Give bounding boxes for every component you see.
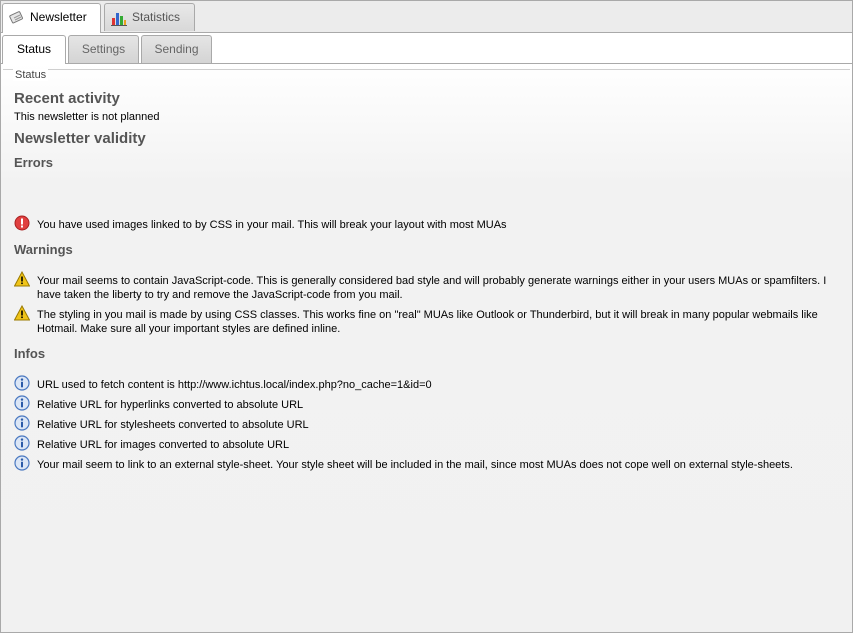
warning-message-text: The styling in you mail is made by using… xyxy=(37,309,818,335)
warning-icon xyxy=(14,271,30,287)
status-legend: Status xyxy=(13,69,49,81)
tab-newsletter-label: Newsletter xyxy=(30,10,87,24)
top-tab-bar: Newsletter Statistics xyxy=(1,1,852,33)
recent-activity-text: This newsletter is not planned xyxy=(14,111,160,123)
info-icon xyxy=(14,455,30,471)
info-icon xyxy=(14,415,30,431)
recent-activity-heading: Recent activity xyxy=(14,90,120,107)
warnings-heading: Warnings xyxy=(14,242,73,257)
warning-message: Your mail seems to contain JavaScript-co… xyxy=(14,271,832,302)
errors-heading: Errors xyxy=(14,155,54,170)
info-message-text: URL used to fetch content is http://www.… xyxy=(37,379,432,391)
info-message-text: Relative URL for hyperlinks converted to… xyxy=(37,399,304,411)
info-icon xyxy=(14,435,30,451)
info-message: Relative URL for hyperlinks converted to… xyxy=(14,395,832,412)
tab-statistics[interactable]: Statistics xyxy=(104,3,195,31)
warning-icon xyxy=(14,305,30,321)
validity-heading: Newsletter validity xyxy=(14,130,146,147)
warning-message-text: Your mail seems to contain JavaScript-co… xyxy=(37,275,827,301)
info-message-text: Relative URL for stylesheets converted t… xyxy=(37,419,309,431)
info-message: URL used to fetch content is http://www.… xyxy=(14,375,832,392)
error-message: You have used images linked to by CSS in… xyxy=(14,215,832,232)
error-icon xyxy=(14,215,30,231)
sub-tab-bar: Status Settings Sending xyxy=(1,33,852,64)
newsletter-window: Newsletter Statistics Status Settings Se… xyxy=(0,0,853,633)
info-icon xyxy=(14,395,30,411)
bar-chart-icon xyxy=(111,13,127,26)
tab-statistics-label: Statistics xyxy=(132,10,181,24)
tab-sending[interactable]: Sending xyxy=(141,35,212,63)
tab-newsletter[interactable]: Newsletter xyxy=(2,3,101,33)
info-message: Relative URL for images converted to abs… xyxy=(14,435,832,452)
info-message: Relative URL for stylesheets converted t… xyxy=(14,415,832,432)
newsletter-panel: Status Settings Sending Status Recent ac… xyxy=(1,33,852,632)
warning-message: The styling in you mail is made by using… xyxy=(14,305,832,336)
info-icon xyxy=(14,375,30,391)
infos-heading: Infos xyxy=(14,346,46,361)
status-content: Status Recent activity This newsletter i… xyxy=(1,64,852,632)
error-message-text: You have used images linked to by CSS in… xyxy=(37,219,507,231)
newsletter-icon xyxy=(9,11,23,24)
status-fieldset: Status xyxy=(3,69,850,81)
info-message-text: Your mail seem to link to an external st… xyxy=(37,459,793,471)
info-message-text: Relative URL for images converted to abs… xyxy=(37,439,290,451)
info-message: Your mail seem to link to an external st… xyxy=(14,455,832,472)
tab-settings[interactable]: Settings xyxy=(68,35,139,63)
tab-status[interactable]: Status xyxy=(2,35,66,64)
